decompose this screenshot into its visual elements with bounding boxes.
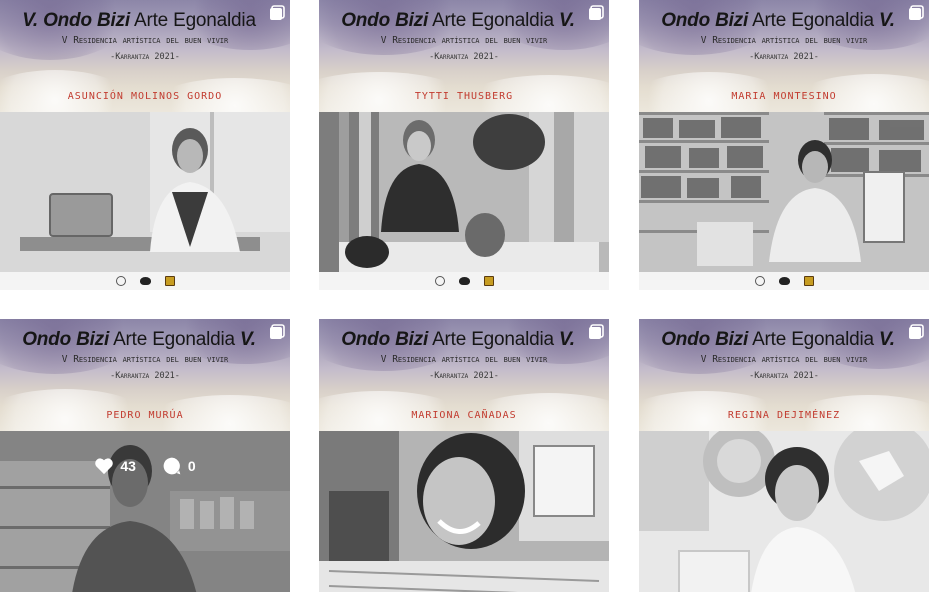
multiple-images-icon	[909, 324, 924, 339]
sponsor-logo-icon	[434, 276, 445, 286]
multiple-images-icon	[589, 5, 604, 20]
post-subtitle: V Residencia artística del buen vivir	[380, 354, 548, 365]
comment-icon	[163, 457, 181, 475]
post-place: -Karrantza 2021-	[749, 371, 819, 381]
artist-name: REGINA DEJIMÉNEZ	[727, 410, 841, 421]
sponsor-logo-icon	[754, 276, 765, 286]
post-banner: Ondo Bizi Arte Egonaldia V. V Residencia…	[319, 0, 609, 112]
post-subtitle: V Residencia artística del buen vivir	[380, 35, 548, 46]
likes-stat[interactable]: 43	[94, 457, 136, 475]
sponsor-crest-icon	[164, 276, 175, 286]
post-title: Ondo Bizi Arte Egonaldia V.	[661, 329, 895, 350]
post-place: -Karrantza 2021-	[429, 52, 499, 62]
post-title: V. Ondo Bizi Arte Egonaldia	[22, 10, 256, 31]
artist-name: MARIA MONTESINO	[731, 91, 837, 102]
artist-photo	[319, 112, 609, 272]
post-banner: Ondo Bizi Arte Egonaldia V. V Residencia…	[0, 319, 290, 431]
comments-count: 0	[187, 458, 196, 474]
artist-name: MARIONA CAÑADAS	[411, 410, 517, 421]
post-title: Ondo Bizi Arte Egonaldia V.	[661, 10, 895, 31]
post-title: Ondo Bizi Arte Egonaldia V.	[341, 329, 575, 350]
post-stats: 43 0	[0, 456, 290, 476]
multiple-images-icon	[909, 5, 924, 20]
post-tile-asuncion-molinos-gordo[interactable]: V. Ondo Bizi Arte Egonaldia V Residencia…	[0, 0, 290, 290]
post-place: -Karrantza 2021-	[429, 371, 499, 381]
sponsor-crest-icon	[803, 276, 814, 286]
post-place: -Karrantza 2021-	[110, 371, 180, 381]
sponsor-bird-icon	[778, 277, 790, 285]
post-tile-regina-dejimenez[interactable]: Ondo Bizi Arte Egonaldia V. V Residencia…	[639, 319, 929, 592]
sponsor-logos	[0, 272, 290, 290]
likes-count: 43	[120, 458, 136, 474]
post-subtitle: V Residencia artística del buen vivir	[61, 35, 229, 46]
post-subtitle: V Residencia artística del buen vivir	[700, 354, 868, 365]
sponsor-logos	[319, 272, 609, 290]
post-banner: Ondo Bizi Arte Egonaldia V. V Residencia…	[639, 319, 929, 431]
post-subtitle: V Residencia artística del buen vivir	[700, 35, 868, 46]
sponsor-logos	[639, 272, 929, 290]
multiple-images-icon	[270, 324, 285, 339]
sponsor-logo-icon	[115, 276, 126, 286]
artist-photo	[319, 431, 609, 592]
artist-name: TYTTI THUSBERG	[414, 91, 514, 102]
artist-name: ASUNCIÓN MOLINOS GORDO	[67, 91, 223, 102]
artist-photo	[639, 112, 929, 272]
sponsor-crest-icon	[483, 276, 494, 286]
artist-photo	[0, 112, 290, 272]
post-tile-pedro-murua[interactable]: Ondo Bizi Arte Egonaldia V. V Residencia…	[0, 319, 290, 592]
post-title: Ondo Bizi Arte Egonaldia V.	[341, 10, 575, 31]
post-place: -Karrantza 2021-	[110, 52, 180, 62]
artist-photo	[639, 431, 929, 592]
post-tile-maria-montesino[interactable]: Ondo Bizi Arte Egonaldia V. V Residencia…	[639, 0, 929, 290]
post-place: -Karrantza 2021-	[749, 52, 819, 62]
post-subtitle: V Residencia artística del buen vivir	[61, 354, 229, 365]
sponsor-bird-icon	[139, 277, 151, 285]
post-banner: Ondo Bizi Arte Egonaldia V. V Residencia…	[319, 319, 609, 431]
multiple-images-icon	[270, 5, 285, 20]
heart-icon	[95, 458, 114, 475]
post-banner: V. Ondo Bizi Arte Egonaldia V Residencia…	[0, 0, 290, 112]
post-tile-mariona-canadas[interactable]: Ondo Bizi Arte Egonaldia V. V Residencia…	[319, 319, 609, 592]
post-tile-tytti-thusberg[interactable]: Ondo Bizi Arte Egonaldia V. V Residencia…	[319, 0, 609, 290]
comments-stat[interactable]: 0	[162, 456, 196, 476]
artist-name: PEDRO MURÚA	[106, 410, 184, 421]
post-banner: Ondo Bizi Arte Egonaldia V. V Residencia…	[639, 0, 929, 112]
multiple-images-icon	[589, 324, 604, 339]
sponsor-bird-icon	[458, 277, 470, 285]
post-title: Ondo Bizi Arte Egonaldia V.	[22, 329, 256, 350]
